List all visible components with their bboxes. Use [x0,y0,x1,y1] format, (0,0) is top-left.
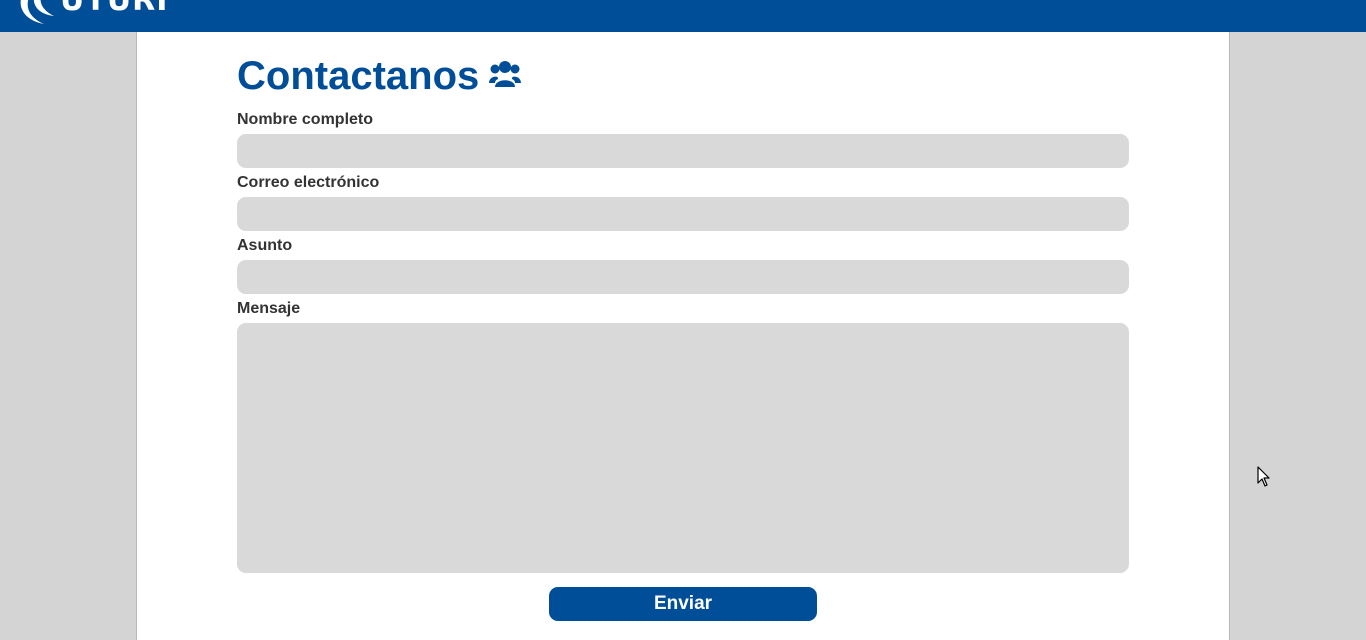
swoosh-logo-icon [20,0,54,24]
subject-field[interactable] [237,260,1129,294]
send-button[interactable]: Enviar [549,587,817,621]
email-label: Correo electrónico [237,174,380,191]
message-label: Mensaje [237,300,301,317]
subject-label: Asunto [237,237,293,254]
name-field[interactable] [237,134,1129,168]
page-title-text: Contactanos [237,54,480,98]
contact-panel: Contactanos Nombre completo Correo elect… [136,32,1230,640]
top-header-bar: UTURI [0,0,1366,32]
page-title: Contactanos [237,54,522,98]
mouse-cursor-icon [1257,466,1271,493]
site-logo[interactable]: UTURI [14,0,168,26]
name-label: Nombre completo [237,111,374,128]
email-field[interactable] [237,197,1129,231]
logo-text: UTURI [60,0,169,18]
users-icon [489,54,522,98]
message-field[interactable] [237,323,1129,573]
